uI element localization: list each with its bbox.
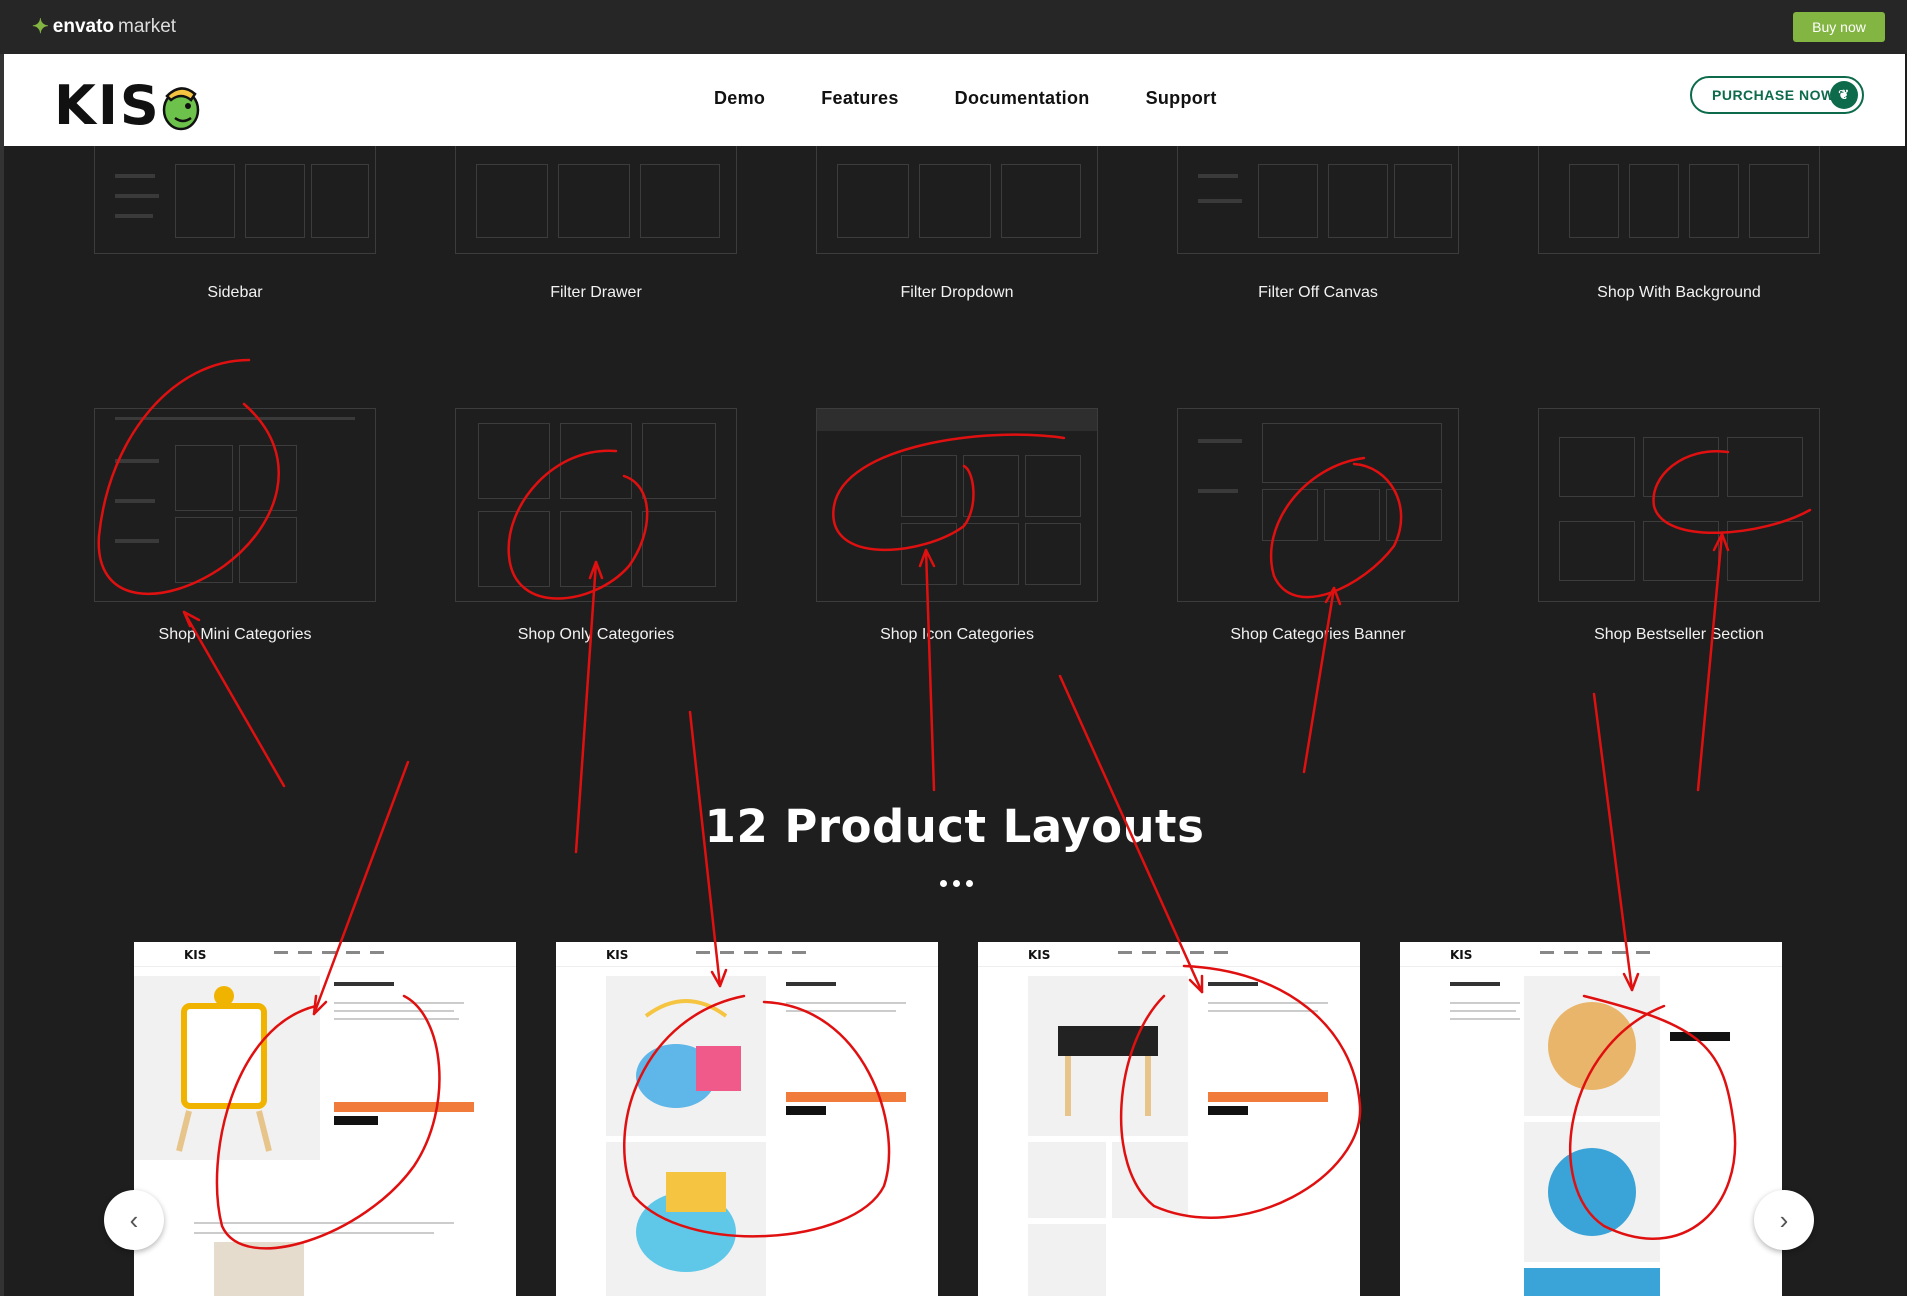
product-image-easel bbox=[134, 976, 320, 1160]
envato-leaf-icon: ✦ bbox=[32, 16, 49, 38]
product-layout-card-1[interactable]: KIS bbox=[134, 942, 516, 1296]
layout-thumb-filter-drawer[interactable] bbox=[455, 146, 737, 254]
card-mini-header: KIS bbox=[134, 942, 516, 967]
product-image-elephant-cube bbox=[606, 1142, 766, 1296]
card-logo: KIS bbox=[1450, 948, 1473, 962]
envato-market-logo[interactable]: ✦ envato market bbox=[32, 14, 176, 39]
layout-label-filter-dropdown[interactable]: Filter Dropdown bbox=[816, 284, 1098, 302]
carousel-prev-button[interactable]: ‹ bbox=[104, 1190, 164, 1250]
main-nav: Demo Features Documentation Support bbox=[714, 88, 1217, 109]
product-image-elephant-activity bbox=[606, 976, 766, 1136]
annotation-arrow-4 bbox=[1302, 586, 1336, 774]
envato-logo-bold: envato bbox=[52, 15, 115, 37]
kiso-logo-text: KIS bbox=[54, 74, 161, 137]
title-dots-divider bbox=[940, 880, 973, 887]
product-layout-card-4[interactable]: KIS bbox=[1400, 942, 1782, 1296]
card-logo: KIS bbox=[606, 948, 629, 962]
layout-thumb-shop-bestseller-section[interactable] bbox=[1538, 408, 1820, 602]
dino-mascot-icon bbox=[162, 86, 200, 130]
layout-thumb-shop-with-background[interactable] bbox=[1538, 146, 1820, 254]
product-image-activity-table bbox=[1028, 976, 1188, 1136]
card-logo: KIS bbox=[184, 948, 207, 962]
envato-logo-light: market bbox=[118, 15, 177, 37]
product-layout-card-3[interactable]: KIS bbox=[978, 942, 1360, 1296]
buy-now-button[interactable]: Buy now bbox=[1793, 12, 1885, 42]
card-mini-header: KIS bbox=[1400, 942, 1782, 967]
purchase-now-button[interactable]: PURCHASE NOW ❦ bbox=[1690, 76, 1864, 114]
layout-thumb-filter-dropdown[interactable] bbox=[816, 146, 1098, 254]
product-image-fishing-2 bbox=[1524, 1122, 1660, 1262]
product-layout-card-2[interactable]: KIS bbox=[556, 942, 938, 1296]
demo-content: Sidebar Filter Drawer Filter Dropdown Fi… bbox=[4, 146, 1905, 1296]
layout-thumb-shop-icon-categories[interactable] bbox=[816, 408, 1098, 602]
product-image-fishing-1 bbox=[1524, 976, 1660, 1116]
layout-label-shop-bestseller-section[interactable]: Shop Bestseller Section bbox=[1538, 626, 1820, 644]
chevron-right-icon: › bbox=[1779, 1204, 1789, 1235]
layout-label-shop-mini-categories[interactable]: Shop Mini Categories bbox=[94, 626, 376, 644]
kiso-logo[interactable]: KIS bbox=[54, 74, 203, 137]
nav-item-features[interactable]: Features bbox=[821, 88, 898, 109]
site-header: KIS Demo Features Documentation Support … bbox=[4, 54, 1905, 146]
layout-thumb-shop-mini-categories[interactable] bbox=[94, 408, 376, 602]
layout-label-shop-only-categories[interactable]: Shop Only Categories bbox=[455, 626, 737, 644]
layout-label-sidebar[interactable]: Sidebar bbox=[94, 284, 376, 302]
layout-label-shop-icon-categories[interactable]: Shop Icon Categories bbox=[816, 626, 1098, 644]
product-image-fishing-3 bbox=[1524, 1268, 1660, 1296]
chevron-left-icon: ‹ bbox=[129, 1204, 139, 1235]
product-image-thumb-2[interactable] bbox=[1112, 1142, 1188, 1218]
envato-top-bar: ✦ envato market Buy now bbox=[0, 0, 1907, 55]
nav-item-support[interactable]: Support bbox=[1146, 88, 1217, 109]
section-title-product-layouts: 12 Product Layouts bbox=[704, 800, 1205, 853]
layout-label-shop-categories-banner[interactable]: Shop Categories Banner bbox=[1177, 626, 1459, 644]
product-image-thumb-3[interactable] bbox=[1028, 1224, 1106, 1296]
purchase-now-label: PURCHASE NOW bbox=[1712, 87, 1835, 103]
leaf-icon: ❦ bbox=[1830, 81, 1858, 109]
layout-label-filter-off-canvas[interactable]: Filter Off Canvas bbox=[1177, 284, 1459, 302]
layout-label-filter-drawer[interactable]: Filter Drawer bbox=[455, 284, 737, 302]
layout-label-shop-with-background[interactable]: Shop With Background bbox=[1538, 284, 1820, 302]
layout-thumb-filter-off-canvas[interactable] bbox=[1177, 146, 1459, 254]
card-mini-header: KIS bbox=[556, 942, 938, 967]
nav-item-demo[interactable]: Demo bbox=[714, 88, 765, 109]
nav-item-documentation[interactable]: Documentation bbox=[955, 88, 1090, 109]
layout-thumb-sidebar[interactable] bbox=[94, 146, 376, 254]
layout-thumb-shop-categories-banner[interactable] bbox=[1177, 408, 1459, 602]
carousel-next-button[interactable]: › bbox=[1754, 1190, 1814, 1250]
layout-thumb-shop-only-categories[interactable] bbox=[455, 408, 737, 602]
card-logo: KIS bbox=[1028, 948, 1051, 962]
card-mini-header: KIS bbox=[978, 942, 1360, 967]
product-image-thumb-1[interactable] bbox=[1028, 1142, 1106, 1218]
